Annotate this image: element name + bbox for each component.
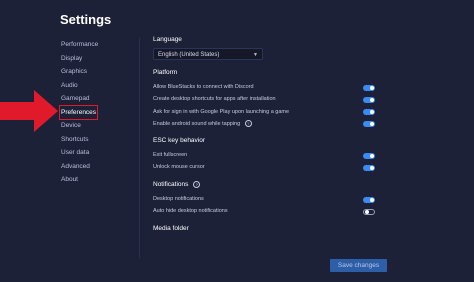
setting-label: Exit fullscreen <box>153 152 188 159</box>
notifications-label: Notifications <box>153 181 189 188</box>
setting-label: Desktop notifications <box>153 196 204 202</box>
setting-row: Ask for sign in with Google Play upon la… <box>153 106 383 118</box>
help-icon[interactable]: ? <box>244 119 252 127</box>
help-icon[interactable]: ? <box>193 180 201 188</box>
unlock-cursor-toggle[interactable] <box>363 164 375 171</box>
setting-row: Auto hide desktop notifications <box>153 205 383 217</box>
sidebar-item-user-data[interactable]: User data <box>60 146 140 160</box>
sidebar-item-display[interactable]: Display <box>60 52 140 66</box>
discord-toggle[interactable] <box>363 84 375 91</box>
sidebar-item-about[interactable]: About <box>60 173 140 187</box>
page-title: Settings <box>60 12 112 27</box>
setting-label: Allow BlueStacks to connect with Discord <box>153 84 254 90</box>
setting-label: Unlock mouse cursor <box>153 164 205 171</box>
desktop-shortcuts-toggle[interactable] <box>363 96 375 103</box>
sidebar-item-graphics[interactable]: Graphics <box>60 65 140 79</box>
setting-row: Exit fullscreen <box>153 149 383 161</box>
sidebar-item-audio[interactable]: Audio <box>60 79 140 93</box>
desktop-notifications-toggle[interactable] <box>363 196 375 203</box>
setting-label: Ask for sign in with Google Play upon la… <box>153 108 290 115</box>
language-title: Language <box>153 36 182 43</box>
sidebar-item-gamepad[interactable]: Gamepad <box>60 92 140 106</box>
google-play-signin-toggle[interactable] <box>363 109 375 116</box>
save-changes-button[interactable]: Save changes <box>330 259 387 272</box>
setting-row: Desktop notifications <box>153 193 383 205</box>
sidebar-item-preferences[interactable]: Preferences <box>59 104 98 120</box>
sidebar-item-advanced[interactable]: Advanced <box>60 160 140 174</box>
settings-content: Language English (United States) ▼ Platf… <box>153 36 383 237</box>
auto-hide-notifications-toggle[interactable] <box>363 208 375 215</box>
platform-title: Platform <box>153 69 178 76</box>
setting-row: Create desktop shortcuts for apps after … <box>153 93 383 105</box>
setting-label: Auto hide desktop notifications <box>153 208 228 215</box>
sidebar: Performance Display Graphics Audio Gamep… <box>59 38 140 187</box>
chevron-down-icon: ▼ <box>253 52 258 58</box>
exit-fullscreen-toggle[interactable] <box>363 152 375 159</box>
language-select[interactable]: English (United States) ▼ <box>153 48 263 60</box>
sidebar-item-shortcuts[interactable]: Shortcuts <box>60 133 140 147</box>
sidebar-item-performance[interactable]: Performance <box>60 38 140 52</box>
setting-row: Enable android sound while tapping ? <box>153 118 383 130</box>
language-selected-value: English (United States) <box>158 52 220 58</box>
esc-title: ESC key behavior <box>153 137 206 145</box>
sidebar-divider <box>139 38 140 258</box>
sidebar-item-device[interactable]: Device <box>60 119 140 133</box>
red-arrow-icon <box>0 90 58 132</box>
notifications-title: Notifications ? <box>153 180 383 188</box>
setting-label: Create desktop shortcuts for apps after … <box>153 96 276 103</box>
setting-row: Unlock mouse cursor <box>153 161 383 173</box>
tap-sound-toggle[interactable] <box>363 121 375 128</box>
setting-row: Allow BlueStacks to connect with Discord <box>153 81 383 93</box>
media-folder-title: Media folder <box>153 224 189 232</box>
setting-label: Enable android sound while tapping <box>153 120 241 127</box>
